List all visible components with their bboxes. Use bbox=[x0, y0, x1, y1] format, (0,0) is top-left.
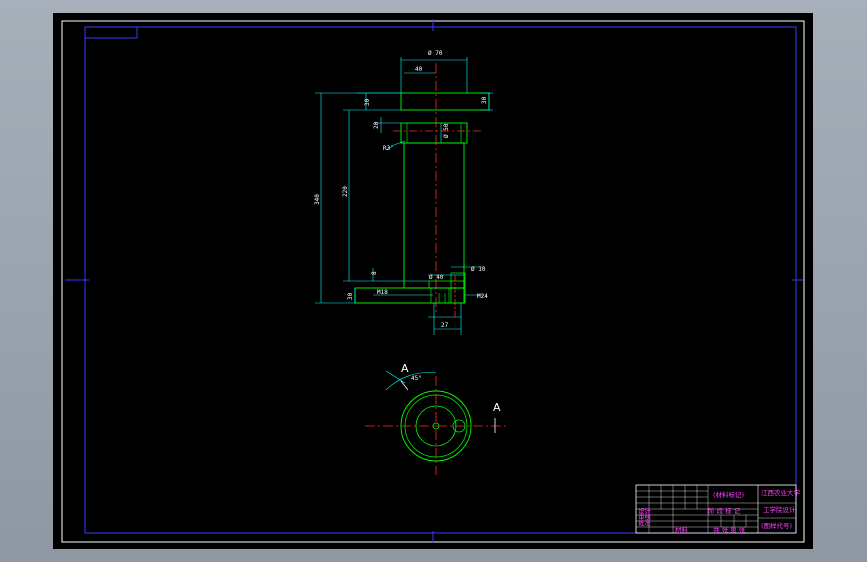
front-view: Ø 70 40 30 30 20 Ø 50 R3 340 220 8 Ø 10 … bbox=[314, 50, 493, 335]
section-mark-left: A bbox=[401, 362, 409, 375]
dim-thread-right: M24 bbox=[477, 293, 488, 300]
collar bbox=[400, 122, 468, 144]
tb-drawing-number: (图样代号) bbox=[761, 521, 792, 530]
tb-university: 江西农业大学 bbox=[761, 488, 801, 497]
tb-approve: 批准 bbox=[638, 518, 652, 527]
tb-college: 工学院设计 bbox=[763, 505, 796, 514]
dim-cap-height-left: 30 bbox=[364, 98, 371, 106]
tb-drawing-title: (材料标记) bbox=[713, 490, 744, 499]
title-block: (材料标记) 江西农业大学 工学院设计 (图样代号) 阶 段 标 记 共 张 第… bbox=[635, 484, 801, 534]
section-mark-right: A bbox=[493, 401, 501, 414]
dim-top-diameter: Ø 70 bbox=[428, 50, 443, 57]
drawing-canvas[interactable]: Ø 70 40 30 30 20 Ø 50 R3 340 220 8 Ø 10 … bbox=[53, 13, 813, 549]
tb-sheet-row: 共 张 第 张 bbox=[713, 525, 746, 534]
dim-side-hole: Ø 10 bbox=[471, 266, 486, 273]
base bbox=[354, 287, 465, 304]
dim-base-width: 27 bbox=[441, 322, 449, 329]
dim-body-height: 220 bbox=[342, 186, 349, 197]
top-cap bbox=[400, 92, 490, 111]
dim-bore: Ø 50 bbox=[443, 123, 450, 138]
main-body bbox=[403, 142, 465, 289]
dim-collar-height: 20 bbox=[373, 121, 380, 129]
angle-label: 45° bbox=[411, 375, 422, 382]
outer-frame bbox=[61, 20, 805, 543]
tb-material: 材料 bbox=[675, 525, 689, 534]
dim-overall-height: 340 bbox=[314, 194, 321, 205]
top-view: 45° A A bbox=[365, 362, 508, 475]
dim-gap: 8 bbox=[371, 271, 378, 275]
dim-top-height: 30 bbox=[481, 96, 488, 104]
tb-scale-row: 阶 段 标 记 bbox=[708, 506, 741, 515]
dim-chamfer: R3 bbox=[383, 145, 391, 152]
dim-lower-bore: Ø 40 bbox=[429, 274, 444, 281]
cad-drawing: Ø 70 40 30 30 20 Ø 50 R3 340 220 8 Ø 10 … bbox=[61, 19, 805, 543]
dim-thread-left: M18 bbox=[377, 289, 388, 296]
dim-top-width: 40 bbox=[415, 66, 423, 73]
corner-tag-box bbox=[84, 26, 138, 39]
dim-base-height: 30 bbox=[347, 292, 354, 300]
